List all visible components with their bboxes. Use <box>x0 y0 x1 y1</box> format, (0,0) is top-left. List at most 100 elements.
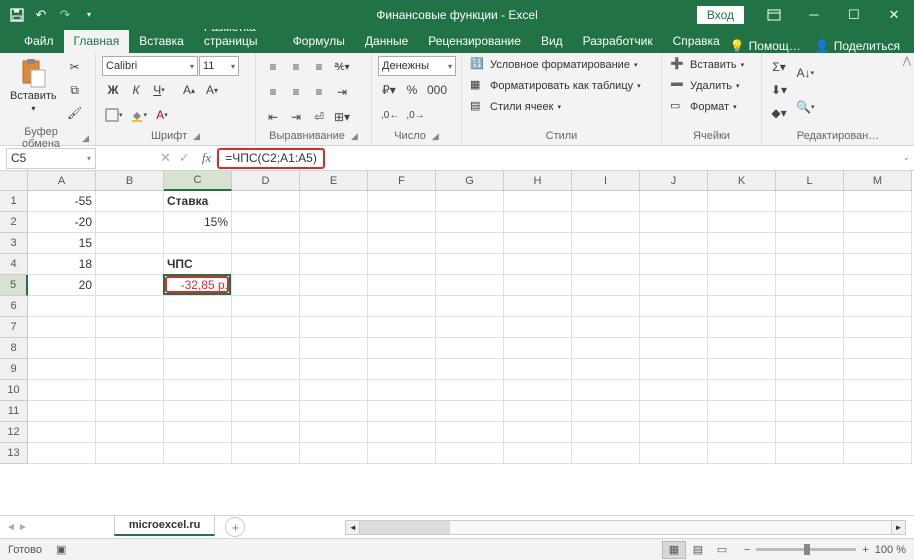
cell-K9[interactable] <box>708 359 776 380</box>
cell-C13[interactable] <box>164 443 232 464</box>
col-header-C[interactable]: C <box>164 171 232 191</box>
cell-H3[interactable] <box>504 233 572 254</box>
cell-I3[interactable] <box>572 233 640 254</box>
macro-record-icon[interactable]: ▣ <box>56 543 66 556</box>
cell-M5[interactable] <box>844 275 912 296</box>
cell-L6[interactable] <box>776 296 844 317</box>
cell-B8[interactable] <box>96 338 164 359</box>
cell-C6[interactable] <box>164 296 232 317</box>
cell-M4[interactable] <box>844 254 912 275</box>
cell-I9[interactable] <box>572 359 640 380</box>
cell-A13[interactable] <box>28 443 96 464</box>
login-button[interactable]: Вход <box>697 6 744 24</box>
decrease-indent-icon[interactable]: ⇤ <box>262 106 284 128</box>
cell-J5[interactable] <box>640 275 708 296</box>
delete-cells-button[interactable]: ➖Удалить ▾ <box>668 77 742 95</box>
col-header-G[interactable]: G <box>436 171 504 191</box>
cell-H4[interactable] <box>504 254 572 275</box>
cell-G12[interactable] <box>436 422 504 443</box>
cell-G4[interactable] <box>436 254 504 275</box>
sheet-nav-next-icon[interactable]: ► <box>18 522 28 533</box>
tab-help[interactable]: Справка <box>663 30 730 53</box>
cell-D6[interactable] <box>232 296 300 317</box>
cell-C7[interactable] <box>164 317 232 338</box>
increase-decimal-icon[interactable]: ,0← <box>378 104 402 126</box>
fill-color-icon[interactable]: ▾ <box>127 104 151 126</box>
cell-B2[interactable] <box>96 212 164 233</box>
zoom-out-icon[interactable]: − <box>744 544 750 556</box>
cell-G10[interactable] <box>436 380 504 401</box>
cell-E5[interactable] <box>300 275 368 296</box>
row-header-7[interactable]: 7 <box>0 317 28 338</box>
align-top-icon[interactable]: ≡ <box>262 56 284 78</box>
paste-button[interactable]: Вставить▾ <box>6 56 61 116</box>
cell-G11[interactable] <box>436 401 504 422</box>
clear-icon[interactable]: ◆▾ <box>768 102 790 124</box>
close-icon[interactable]: ✕ <box>874 0 914 29</box>
cell-K6[interactable] <box>708 296 776 317</box>
cell-C11[interactable] <box>164 401 232 422</box>
cell-D2[interactable] <box>232 212 300 233</box>
cell-D12[interactable] <box>232 422 300 443</box>
horizontal-scrollbar[interactable]: ◄ ► <box>345 520 906 535</box>
cell-M9[interactable] <box>844 359 912 380</box>
cell-F1[interactable] <box>368 191 436 212</box>
cell-B4[interactable] <box>96 254 164 275</box>
col-header-M[interactable]: M <box>844 171 912 191</box>
cell-C5[interactable]: -32,85 р. <box>164 275 232 296</box>
add-sheet-button[interactable]: + <box>225 517 245 537</box>
cell-L4[interactable] <box>776 254 844 275</box>
decrease-decimal-icon[interactable]: ,0→ <box>403 104 427 126</box>
cell-L8[interactable] <box>776 338 844 359</box>
cell-L11[interactable] <box>776 401 844 422</box>
comma-icon[interactable]: 000 <box>424 79 450 101</box>
align-right-icon[interactable]: ≡ <box>308 81 330 103</box>
ribbon-options-icon[interactable] <box>754 0 794 29</box>
cell-F10[interactable] <box>368 380 436 401</box>
percent-icon[interactable]: % <box>401 79 423 101</box>
number-format-combo[interactable]: Денежны▾ <box>378 56 456 76</box>
cell-F5[interactable] <box>368 275 436 296</box>
cell-G8[interactable] <box>436 338 504 359</box>
row-header-1[interactable]: 1 <box>0 191 28 212</box>
cells-area[interactable]: -55Ставка-2015%1518ЧПС20-32,85 р. <box>28 191 912 515</box>
select-all-corner[interactable] <box>0 171 28 191</box>
col-header-D[interactable]: D <box>232 171 300 191</box>
cell-M6[interactable] <box>844 296 912 317</box>
cell-M12[interactable] <box>844 422 912 443</box>
cell-M7[interactable] <box>844 317 912 338</box>
tab-review[interactable]: Рецензирование <box>418 30 531 53</box>
cell-A1[interactable]: -55 <box>28 191 96 212</box>
cell-D9[interactable] <box>232 359 300 380</box>
cell-E9[interactable] <box>300 359 368 380</box>
cell-K10[interactable] <box>708 380 776 401</box>
cell-E4[interactable] <box>300 254 368 275</box>
cell-I8[interactable] <box>572 338 640 359</box>
cell-J3[interactable] <box>640 233 708 254</box>
cell-M10[interactable] <box>844 380 912 401</box>
cell-G6[interactable] <box>436 296 504 317</box>
cell-J4[interactable] <box>640 254 708 275</box>
orientation-icon[interactable]: ℀▾ <box>331 56 353 78</box>
cell-D1[interactable] <box>232 191 300 212</box>
cell-D10[interactable] <box>232 380 300 401</box>
qat-customize-icon[interactable]: ▾ <box>78 4 100 26</box>
cell-G9[interactable] <box>436 359 504 380</box>
cell-H1[interactable] <box>504 191 572 212</box>
cell-J9[interactable] <box>640 359 708 380</box>
cell-E2[interactable] <box>300 212 368 233</box>
cut-icon[interactable]: ✂ <box>64 56 86 78</box>
cell-A11[interactable] <box>28 401 96 422</box>
cell-F12[interactable] <box>368 422 436 443</box>
cell-H7[interactable] <box>504 317 572 338</box>
cell-C2[interactable]: 15% <box>164 212 232 233</box>
cell-E12[interactable] <box>300 422 368 443</box>
cell-G7[interactable] <box>436 317 504 338</box>
cell-K2[interactable] <box>708 212 776 233</box>
cell-I12[interactable] <box>572 422 640 443</box>
cell-H6[interactable] <box>504 296 572 317</box>
cell-E7[interactable] <box>300 317 368 338</box>
bold-button[interactable]: Ж <box>102 79 124 101</box>
view-page-break-icon[interactable]: ▭ <box>710 541 734 559</box>
font-size-combo[interactable]: 11▾ <box>199 56 239 76</box>
